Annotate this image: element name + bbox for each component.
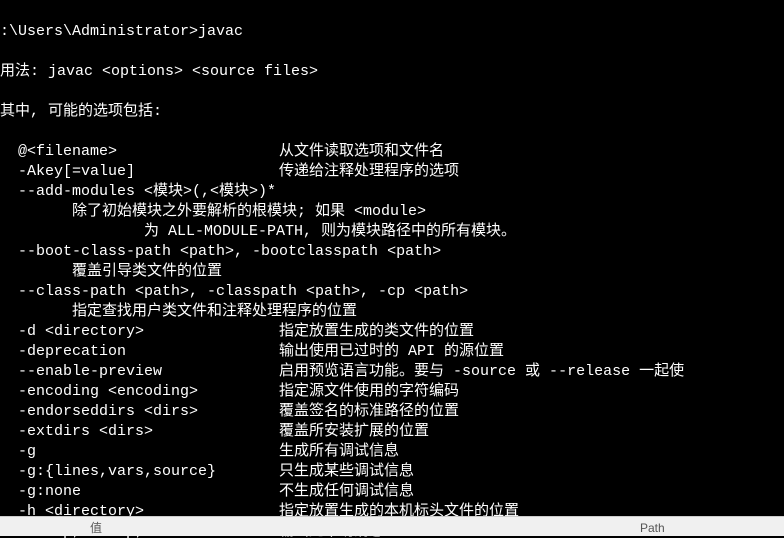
help-line: -extdirs <dirs> 覆盖所安装扩展的位置 bbox=[0, 422, 784, 442]
help-line: 为 ALL-MODULE-PATH, 则为模块路径中的所有模块。 bbox=[0, 222, 784, 242]
help-line: 指定查找用户类文件和注释处理程序的位置 bbox=[0, 302, 784, 322]
help-line: -d <directory> 指定放置生成的类文件的位置 bbox=[0, 322, 784, 342]
help-line: -deprecation 输出使用已过时的 API 的源位置 bbox=[0, 342, 784, 362]
help-line: --class-path <path>, -classpath <path>, … bbox=[0, 282, 784, 302]
help-line: @<filename> 从文件读取选项和文件名 bbox=[0, 142, 784, 162]
help-line: -g:{lines,vars,source} 只生成某些调试信息 bbox=[0, 462, 784, 482]
help-line: -Akey[=value] 传递给注释处理程序的选项 bbox=[0, 162, 784, 182]
help-line: --add-modules <模块>(,<模块>)* bbox=[0, 182, 784, 202]
intro-line: 其中, 可能的选项包括: bbox=[0, 102, 784, 122]
help-line: -g:none 不生成任何调试信息 bbox=[0, 482, 784, 502]
help-line: -g 生成所有调试信息 bbox=[0, 442, 784, 462]
help-line: 除了初始模块之外要解析的根模块; 如果 <module> bbox=[0, 202, 784, 222]
statusbar-col-value: 值 bbox=[90, 518, 102, 538]
terminal-output: :\Users\Administrator>javac 用法: javac <o… bbox=[0, 0, 784, 516]
help-line: 覆盖引导类文件的位置 bbox=[0, 262, 784, 282]
usage-line: 用法: javac <options> <source files> bbox=[0, 62, 784, 82]
help-line: --enable-preview 启用预览语言功能。要与 -source 或 -… bbox=[0, 362, 784, 382]
status-bar: 值 Path bbox=[0, 516, 784, 536]
prompt-line: :\Users\Administrator>javac bbox=[0, 22, 784, 42]
help-line: --boot-class-path <path>, -bootclasspath… bbox=[0, 242, 784, 262]
help-line: -endorseddirs <dirs> 覆盖签名的标准路径的位置 bbox=[0, 402, 784, 422]
statusbar-col-path: Path bbox=[640, 518, 665, 538]
help-line: -encoding <encoding> 指定源文件使用的字符编码 bbox=[0, 382, 784, 402]
